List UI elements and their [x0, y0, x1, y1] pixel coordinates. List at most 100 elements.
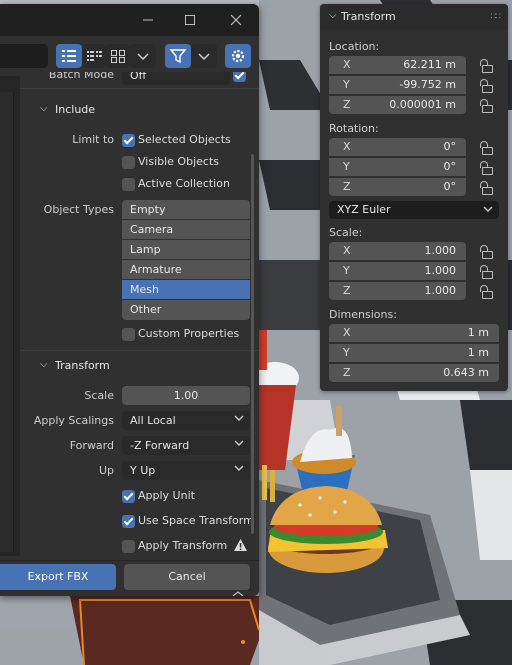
selected-objects-checkbox[interactable] — [122, 134, 135, 147]
dimensions-x-field[interactable]: X 1 m — [329, 324, 499, 342]
location-label: Location: — [329, 40, 380, 53]
axis-label: Z — [343, 98, 351, 111]
include-section-header[interactable]: ⌵ Include — [20, 98, 259, 122]
filter-icon[interactable] — [165, 44, 191, 68]
lock-icon[interactable] — [478, 180, 493, 195]
apply-scalings-select[interactable]: All Local — [122, 411, 250, 430]
cancel-button[interactable]: Cancel — [124, 564, 250, 590]
chevron-down-icon: ⌵ — [329, 10, 337, 21]
minimize-icon[interactable] — [138, 10, 158, 30]
vertical-list-icon[interactable] — [56, 44, 82, 68]
batch-own-dir-toggle[interactable] — [233, 72, 246, 82]
chevron-down-icon: ⌵ — [40, 103, 48, 114]
object-type-mesh[interactable]: Mesh — [122, 280, 250, 300]
apply-transform-label: Apply Transform — [138, 539, 228, 552]
limit-to-row: Limit to Selected Objects — [20, 130, 259, 150]
apply-unit-label: Apply Unit — [138, 489, 195, 502]
custom-properties-row: Custom Properties — [20, 324, 259, 344]
gear-icon[interactable] — [225, 44, 251, 68]
active-collection-label: Active Collection — [138, 177, 230, 190]
include-title: Include — [55, 103, 96, 116]
display-options-dropdown[interactable] — [130, 44, 156, 68]
scale-label: Scale — [84, 389, 114, 402]
location-y-field[interactable]: Y -99.752 m — [329, 76, 466, 94]
axis-label: X — [343, 326, 351, 339]
object-type-lamp[interactable]: Lamp — [122, 240, 250, 260]
lock-icon[interactable] — [478, 140, 493, 155]
axis-label: Z — [343, 366, 351, 379]
scale-y-field[interactable]: Y 1.000 — [329, 262, 466, 280]
scale-z-field[interactable]: Z 1.000 — [329, 282, 466, 300]
axis-label: Y — [343, 264, 350, 277]
axis-label: X — [343, 140, 351, 153]
close-icon[interactable] — [226, 10, 246, 30]
dialog-titlebar — [0, 4, 259, 36]
transform-sidebar-panel: ⌵ Transform ∷∷ Location: X 62.211 m Y -9… — [320, 4, 508, 391]
use-space-transform-row: Use Space Transform — [20, 511, 259, 531]
rotation-mode-select[interactable]: XYZ Euler — [329, 201, 499, 219]
lock-icon[interactable] — [478, 244, 493, 259]
chevron-down-icon — [483, 206, 493, 212]
lock-icon[interactable] — [478, 264, 493, 279]
rotation-z-field[interactable]: Z 0° — [329, 178, 466, 196]
scale-x-value: 1.000 — [424, 244, 457, 257]
transform-section-header[interactable]: ⌵ Transform — [20, 354, 259, 378]
forward-row: Forward -Z Forward — [20, 436, 259, 456]
location-x-value: 62.211 m — [403, 58, 456, 71]
object-type-other[interactable]: Other — [122, 300, 250, 320]
dimensions-z-field[interactable]: Z 0.643 m — [329, 364, 499, 382]
forward-label: Forward — [69, 439, 114, 452]
chevron-up-icon[interactable] — [232, 591, 244, 596]
scale-input[interactable]: 1.00 — [122, 386, 250, 405]
lock-icon[interactable] — [478, 98, 493, 113]
transform-panel-header[interactable]: ⌵ Transform ∷∷ — [320, 4, 508, 30]
rotation-x-field[interactable]: X 0° — [329, 138, 466, 156]
batch-mode-select[interactable]: Off — [122, 72, 230, 85]
lock-icon[interactable] — [478, 284, 493, 299]
custom-properties-checkbox[interactable] — [122, 328, 135, 341]
scale-value: 1.00 — [173, 389, 199, 402]
lock-icon[interactable] — [478, 58, 493, 73]
batch-mode-label: Batch Mode — [48, 72, 114, 81]
chevron-down-icon — [234, 415, 244, 421]
thumbnails-icon[interactable] — [106, 44, 130, 68]
horizontal-list-icon[interactable] — [82, 44, 106, 68]
rotation-mode-value: XYZ Euler — [337, 203, 391, 216]
use-space-transform-checkbox[interactable] — [122, 515, 135, 528]
apply-scalings-value: All Local — [130, 414, 176, 427]
object-type-empty[interactable]: Empty — [122, 200, 250, 220]
axis-label: Y — [343, 346, 350, 359]
apply-transform-row: Apply Transform — [20, 536, 259, 556]
location-x-field[interactable]: X 62.211 m — [329, 56, 466, 74]
forward-select[interactable]: -Z Forward — [122, 436, 250, 455]
dimensions-y-field[interactable]: Y 1 m — [329, 344, 499, 362]
scale-row: Scale 1.00 — [20, 386, 259, 406]
rotation-x-value: 0° — [443, 140, 457, 153]
axis-label: X — [343, 244, 351, 257]
file-list-strip[interactable] — [0, 76, 20, 556]
visible-objects-checkbox[interactable] — [122, 156, 135, 169]
drag-handle-icon[interactable]: ∷∷ — [491, 12, 502, 22]
scale-x-field[interactable]: X 1.000 — [329, 242, 466, 260]
lock-icon[interactable] — [478, 78, 493, 93]
object-type-camera[interactable]: Camera — [122, 220, 250, 240]
location-z-field[interactable]: Z 0.000001 m — [329, 96, 466, 114]
warning-icon — [234, 539, 247, 551]
active-collection-checkbox[interactable] — [122, 178, 135, 191]
settings-scrollbar[interactable] — [251, 154, 254, 534]
visible-objects-row: Visible Objects — [20, 152, 259, 172]
apply-transform-checkbox[interactable] — [122, 540, 135, 553]
filter-options-dropdown[interactable] — [191, 44, 217, 68]
lock-icon[interactable] — [478, 160, 493, 175]
up-select[interactable]: Y Up — [122, 461, 250, 480]
rotation-y-value: 0° — [443, 160, 457, 173]
export-fbx-button[interactable]: Export FBX — [0, 564, 116, 590]
file-path-field[interactable] — [0, 44, 48, 68]
maximize-icon[interactable] — [180, 10, 200, 30]
object-type-armature[interactable]: Armature — [122, 260, 250, 280]
batch-mode-row: Batch Mode Off — [20, 72, 259, 86]
limit-to-label: Limit to — [72, 133, 114, 146]
chevron-down-icon — [234, 465, 244, 471]
apply-unit-checkbox[interactable] — [122, 490, 135, 503]
rotation-y-field[interactable]: Y 0° — [329, 158, 466, 176]
